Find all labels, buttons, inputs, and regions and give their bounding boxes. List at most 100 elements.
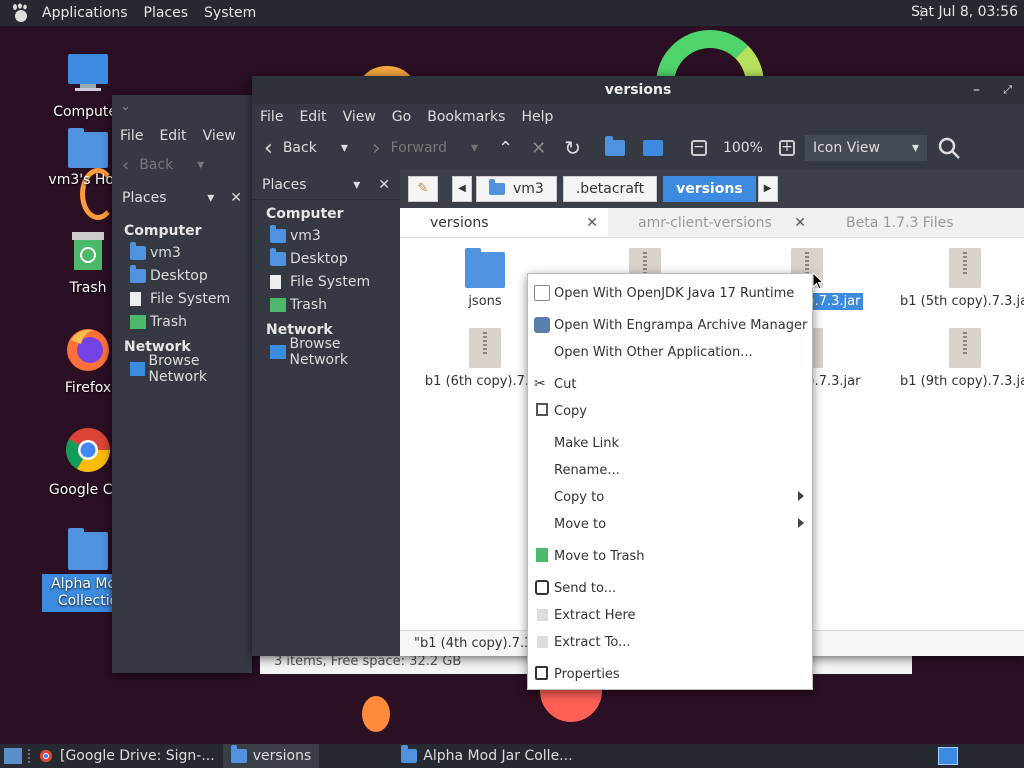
place-label: Desktop — [150, 267, 208, 284]
place-label: File System — [290, 273, 371, 290]
menu-move-to[interactable]: Move to — [528, 513, 812, 535]
place-file-system[interactable]: File System — [112, 287, 252, 310]
menu-file[interactable]: File — [112, 128, 151, 144]
zoom-out-icon[interactable]: − — [690, 140, 707, 156]
menu-copy-to[interactable]: Copy to — [528, 486, 812, 508]
breadcrumb-versions[interactable]: versions — [663, 176, 756, 202]
breadcrumb-vm3[interactable]: vm3 — [476, 176, 557, 202]
task-versions[interactable]: versions — [222, 744, 320, 768]
back-button[interactable]: ‹ Back ▾ — [264, 136, 348, 161]
file-item[interactable]: b1 (9th copy).7.3.jar — [900, 328, 1024, 389]
menu-edit[interactable]: Edit — [291, 109, 334, 125]
tab-beta-files[interactable]: Beta 1.7.3 Files — [816, 208, 1024, 237]
maximize-icon[interactable]: ⤢ — [1003, 76, 1012, 104]
place-browse-network[interactable]: Browse Network — [112, 353, 252, 385]
back-label: Back — [282, 140, 317, 156]
place-label: vm3 — [290, 227, 321, 244]
menu-make-link[interactable]: Make Link — [528, 432, 812, 454]
section-computer: Computer — [266, 206, 344, 222]
edit-location-icon[interactable]: ✎ — [408, 176, 438, 202]
gnome-foot-icon[interactable] — [8, 3, 30, 23]
place-vm3[interactable]: vm3 — [112, 241, 252, 264]
clock[interactable]: Sat Jul 8, 03:56 — [911, 4, 1018, 20]
menu-bookmarks[interactable]: Bookmarks — [419, 109, 513, 125]
up-arrow-icon[interactable]: ⌃ — [498, 138, 513, 159]
folder-icon — [68, 528, 108, 570]
place-trash[interactable]: Trash — [252, 293, 400, 316]
back-button[interactable]: Back — [139, 157, 173, 173]
close-icon[interactable]: ✕ — [230, 190, 242, 206]
window-menu-chevron-icon[interactable]: ⌄ — [120, 99, 131, 114]
view-mode-select[interactable]: Icon View ▾ — [804, 135, 927, 161]
place-desktop[interactable]: Desktop — [252, 247, 400, 270]
forward-button[interactable]: › Forward ▾ — [372, 136, 478, 161]
menu-open-with-other[interactable]: Open With Other Application... — [528, 341, 812, 363]
place-desktop[interactable]: Desktop — [112, 264, 252, 287]
menu-send-to[interactable]: Send to... — [528, 577, 812, 599]
show-desktop-icon[interactable] — [4, 748, 22, 764]
tab-amr-client-versions[interactable]: amr-client-versions ✕ — [608, 208, 816, 237]
menu-open-with-java[interactable]: Open With OpenJDK Java 17 Runtime — [528, 282, 812, 304]
chevron-down-icon[interactable]: ▾ — [341, 140, 348, 156]
menu-file[interactable]: File — [252, 109, 291, 125]
place-browse-network[interactable]: Browse Network — [252, 336, 400, 368]
monitor-icon — [68, 54, 108, 91]
chevron-down-icon[interactable]: ▾ — [197, 157, 204, 173]
tab-versions[interactable]: versions ✕ — [400, 208, 608, 237]
menu-applications[interactable]: Applications — [34, 5, 136, 21]
place-file-system[interactable]: File System — [252, 270, 400, 293]
menu-cut[interactable]: ✂ Cut — [528, 373, 812, 395]
computer-icon[interactable] — [642, 140, 663, 156]
file-item[interactable]: b1 (5th copy).7.3.jar — [900, 248, 1024, 309]
menu-move-to-trash[interactable]: Move to Trash — [528, 545, 812, 567]
back-window-toolbar: ‹ Back ▾ — [112, 147, 252, 183]
background-file-manager-window[interactable]: ⌄ File Edit View G ‹ Back ▾ Places ▾ ✕ C… — [112, 95, 263, 673]
path-left-arrow-icon[interactable]: ◀ — [452, 176, 472, 202]
breadcrumb-betacraft[interactable]: .betacraft — [562, 176, 658, 202]
menu-properties[interactable]: Properties — [528, 663, 812, 685]
close-icon[interactable]: ✕ — [378, 177, 390, 193]
path-right-arrow-icon[interactable]: ▶ — [757, 176, 778, 202]
home-folder-icon[interactable] — [604, 136, 625, 156]
chevron-down-icon[interactable]: ▾ — [353, 177, 360, 193]
places-label: Places — [262, 176, 307, 193]
jar-archive-icon — [469, 328, 501, 368]
workspace-switcher[interactable] — [938, 747, 958, 765]
menu-item-label: Move to Trash — [554, 548, 645, 564]
menu-extract-here[interactable]: Extract Here — [528, 604, 812, 626]
search-icon[interactable] — [937, 136, 961, 160]
menu-help[interactable]: Help — [513, 109, 561, 125]
minimize-icon[interactable]: – — [973, 76, 980, 104]
window-titlebar[interactable]: versions – ⤢ — [252, 76, 1024, 104]
reload-icon[interactable]: ↻ — [564, 136, 581, 160]
archive-manager-icon — [534, 317, 550, 333]
zoom-in-icon[interactable]: + — [778, 140, 795, 156]
task-google-drive[interactable]: [Google Drive: Sign-... — [30, 744, 223, 768]
place-label: Desktop — [290, 250, 348, 267]
close-icon[interactable]: ✕ — [794, 215, 806, 231]
back-arrow-icon[interactable]: ‹ — [122, 155, 129, 176]
menu-system[interactable]: System — [196, 5, 264, 21]
menu-open-with-engrampa[interactable]: Open With Engrampa Archive Manager — [528, 314, 812, 336]
section-computer: Computer — [124, 223, 202, 239]
network-icon — [130, 361, 145, 376]
menu-copy[interactable]: Copy — [528, 400, 812, 422]
menu-view[interactable]: View — [195, 128, 244, 144]
wallpaper-blob — [362, 696, 390, 732]
menu-view[interactable]: View — [335, 109, 384, 125]
menu-rename[interactable]: Rename... — [528, 459, 812, 481]
menu-places[interactable]: Places — [136, 5, 197, 21]
chevron-down-icon[interactable]: ▾ — [207, 190, 214, 206]
menu-extract-to[interactable]: Extract To... — [528, 631, 812, 653]
task-alpha-mod[interactable]: Alpha Mod Jar Colle... — [393, 744, 580, 768]
place-trash[interactable]: Trash — [112, 310, 252, 333]
chevron-down-icon[interactable]: ▾ — [471, 140, 478, 156]
copy-icon — [536, 403, 548, 416]
place-vm3[interactable]: vm3 — [252, 224, 400, 247]
stop-icon[interactable]: ✕ — [531, 138, 546, 159]
menu-go[interactable]: Go — [384, 109, 419, 125]
close-icon[interactable]: ✕ — [586, 215, 598, 231]
tab-bar: versions ✕ amr-client-versions ✕ Beta 1.7.… — [400, 208, 1024, 238]
zoom-level[interactable]: 100% — [723, 140, 763, 156]
menu-edit[interactable]: Edit — [151, 128, 194, 144]
